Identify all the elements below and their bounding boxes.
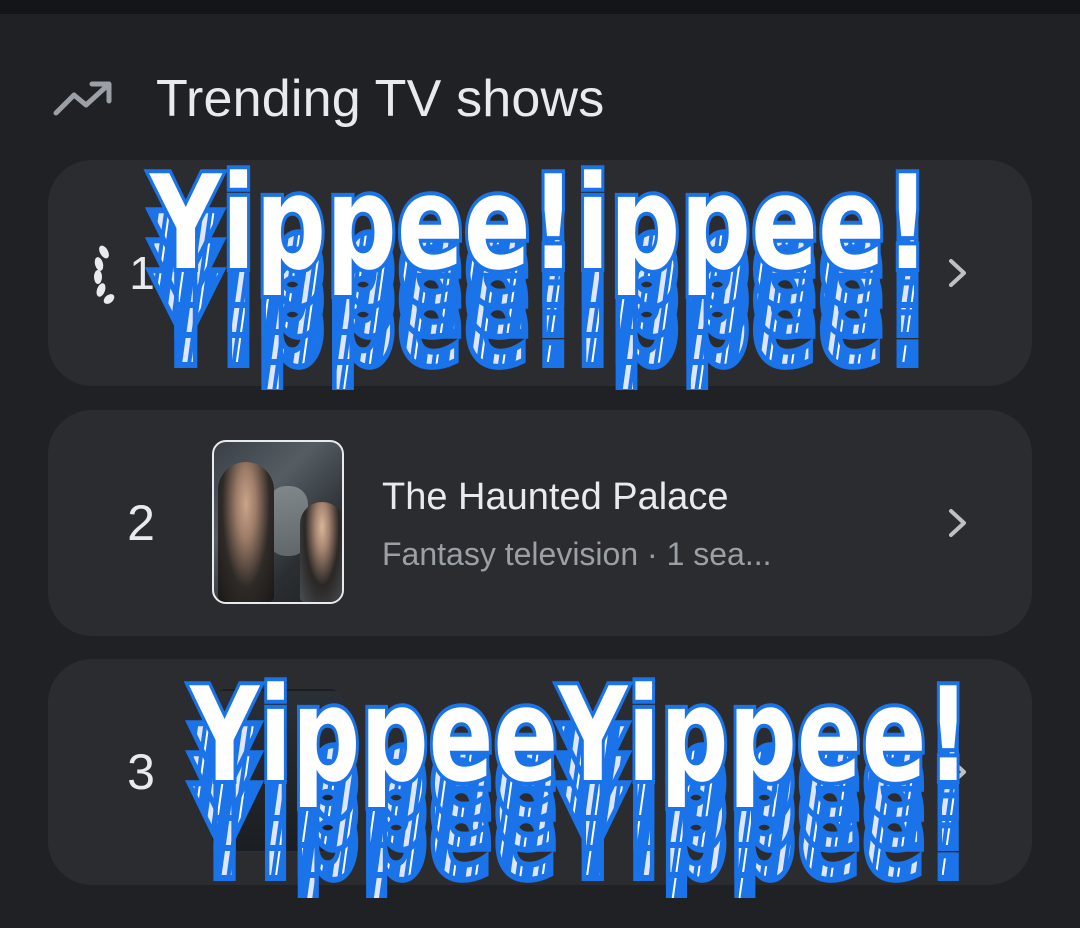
chevron-right-icon xyxy=(949,758,966,786)
status-bar-strip xyxy=(0,0,1080,14)
rank-laurel-badge: 1 xyxy=(82,240,202,306)
show-title: The Haunted Palace xyxy=(382,476,729,518)
thumbnail-figure xyxy=(300,502,342,602)
show-thumbnail xyxy=(212,689,344,853)
rank-number: 2 xyxy=(127,495,155,551)
trending-up-icon xyxy=(53,81,112,116)
rank-number: 1 xyxy=(129,247,155,299)
rank-number: 3 xyxy=(127,744,155,800)
show-card-3[interactable]: 3 xyxy=(48,659,1032,885)
show-subtitle: Fantasy television · 1 sea... xyxy=(382,536,772,572)
section-title: Trending TV shows xyxy=(156,70,605,128)
section-header: Trending TV shows xyxy=(52,64,605,134)
thumbnail-figure xyxy=(218,462,274,602)
show-card-1[interactable]: 1 xyxy=(48,160,1032,386)
chevron-right-icon xyxy=(949,259,966,287)
show-card-2[interactable]: 2 The Haunted Palace Fantasy television … xyxy=(48,410,1032,636)
show-thumbnail xyxy=(212,440,344,604)
chevron-right-icon xyxy=(949,509,966,537)
